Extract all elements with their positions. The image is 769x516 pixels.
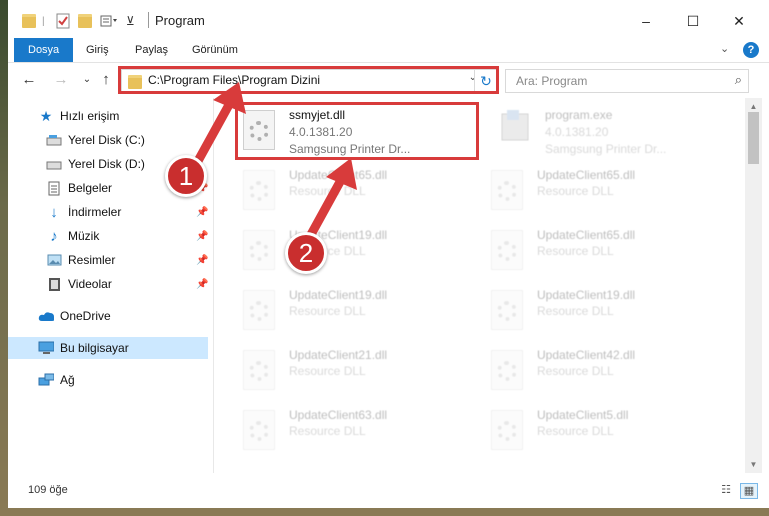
step-2-badge: 2 <box>285 232 327 274</box>
step-1-badge: 1 <box>165 155 207 197</box>
annotation-arrows <box>188 82 357 245</box>
explorer-window: | ⊻ Program – ☐ ✕ Dosya Giriş Paylaş Gör… <box>8 0 769 508</box>
